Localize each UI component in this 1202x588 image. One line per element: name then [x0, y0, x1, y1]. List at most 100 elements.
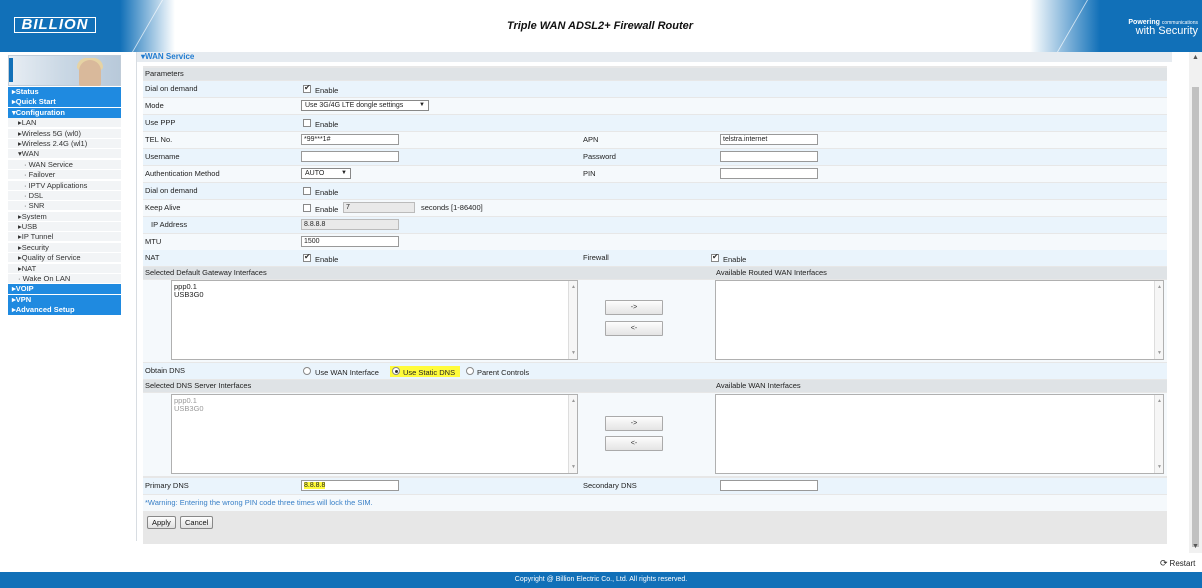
auth-method-select[interactable]: AUTO ▼	[301, 168, 351, 179]
sidebar-photo	[8, 55, 121, 86]
scrollbar[interactable]: ▲ ▼	[1154, 395, 1163, 473]
wan-service-form: Parameters Dial on demand Enable Mode Us…	[143, 66, 1167, 544]
primary-dns-value: 8.8.8.8	[304, 482, 326, 489]
keep-alive-unit: seconds [1-86400]	[421, 203, 483, 212]
main-panel: ▾WAN Service Parameters Dial on demand E…	[136, 52, 1172, 544]
scrollbar[interactable]: ▲ ▼	[568, 281, 577, 359]
parent-controls-radio[interactable]	[466, 367, 474, 375]
keep-alive-checkbox[interactable]	[303, 204, 311, 212]
use-wan-interface-label: Use WAN Interface	[315, 368, 379, 377]
billion-logo[interactable]: BILLION	[14, 17, 96, 33]
scroll-down-icon[interactable]: ▼	[1157, 463, 1162, 471]
scrollbar[interactable]: ▲ ▼	[568, 395, 577, 473]
firewall-enable-label: Enable	[723, 255, 747, 264]
sidebar-item[interactable]: ▸Quick Start	[8, 97, 121, 108]
available-wan-list[interactable]: ▲ ▼	[715, 394, 1164, 474]
use-wan-interface-radio[interactable]	[303, 367, 311, 375]
scroll-up-icon[interactable]: ▲	[571, 283, 576, 291]
firewall-label: Firewall	[583, 253, 609, 262]
sidebar-item[interactable]: ▸Status	[8, 87, 121, 97]
scroll-up-icon[interactable]: ▲	[1157, 283, 1162, 291]
dns-move-right-button[interactable]: ->	[605, 416, 663, 431]
restart-icon: ⟳	[1160, 558, 1168, 568]
sidebar-item[interactable]: · DSL	[8, 190, 121, 201]
primary-dns-input[interactable]: 8.8.8.8	[301, 480, 399, 491]
dial-on-demand-2-enable-label: Enable	[315, 188, 339, 197]
row-dial-on-demand: Dial on demand Enable	[143, 81, 1167, 97]
use-ppp-checkbox[interactable]	[303, 119, 311, 127]
sidebar-item[interactable]: · Wake On LAN	[8, 274, 121, 285]
selected-gateway-list[interactable]: ppp0.1 USB3G0 ▲ ▼	[171, 280, 578, 360]
scrollbar-thumb[interactable]	[1192, 87, 1199, 547]
selected-dns-list[interactable]: ppp0.1 USB3G0 ▲ ▼	[171, 394, 578, 474]
dns-move-left-button[interactable]: <-	[605, 436, 663, 451]
row-nat-firewall: NAT Enable Firewall Enable	[143, 250, 1167, 266]
sidebar-item[interactable]: ▸LAN	[8, 118, 121, 129]
powering-security-logo: Powering communications with Security	[1118, 19, 1198, 37]
nat-checkbox[interactable]	[303, 252, 311, 262]
password-input[interactable]	[720, 151, 818, 162]
section-title-wan-service[interactable]: ▾WAN Service	[137, 52, 1172, 62]
list-item[interactable]: USB3G0	[174, 405, 575, 413]
sidebar-item[interactable]: ▸USB	[8, 222, 121, 233]
move-left-button[interactable]: <-	[605, 321, 663, 336]
scrollbar[interactable]: ▲ ▼	[1154, 281, 1163, 359]
sidebar-item[interactable]: ▸Quality of Service	[8, 253, 121, 264]
scroll-down-icon[interactable]: ▼	[571, 463, 576, 471]
pin-input[interactable]	[720, 168, 818, 179]
move-right-button[interactable]: ->	[605, 300, 663, 315]
sidebar-item[interactable]: ▸VOIP	[8, 284, 121, 295]
scroll-up-icon[interactable]: ▲	[1192, 54, 1199, 61]
list-item[interactable]: ppp0.1	[174, 283, 575, 291]
restart-label: Restart	[1169, 559, 1196, 568]
secondary-dns-input[interactable]	[720, 480, 818, 491]
sidebar-item[interactable]: ▸Wireless 5G (wl0)	[8, 128, 121, 139]
sidebar-item[interactable]: ▸Advanced Setup	[8, 305, 121, 316]
sidebar-item[interactable]: ▾WAN	[8, 149, 121, 160]
parent-controls-label: Parent Controls	[477, 368, 530, 377]
sidebar-item[interactable]: ▸Wireless 2.4G (wl1)	[8, 138, 121, 149]
username-input[interactable]	[301, 151, 399, 162]
sidebar-item[interactable]: ▾Configuration	[8, 107, 121, 118]
dial-on-demand-checkbox[interactable]	[303, 83, 311, 93]
tel-input[interactable]: *99***1#	[301, 134, 399, 145]
header-swoosh-left	[92, 0, 164, 52]
scroll-up-icon[interactable]: ▲	[571, 397, 576, 405]
dial-on-demand-enable-label: Enable	[315, 86, 339, 95]
keep-alive-input[interactable]: 7	[343, 202, 415, 213]
mtu-input[interactable]: 1500	[301, 236, 399, 247]
ip-address-input[interactable]: 8.8.8.8	[301, 219, 399, 230]
restart-button[interactable]: ⟳ Restart	[1160, 558, 1195, 569]
row-username-password: Username Password	[143, 149, 1167, 165]
apply-button[interactable]: Apply	[147, 516, 176, 529]
sidebar-item[interactable]: ▸Security	[8, 242, 121, 253]
scroll-down-icon[interactable]: ▼	[1192, 543, 1199, 550]
sidebar-item[interactable]: · Failover	[8, 170, 121, 181]
sidebar-item[interactable]: ▸NAT	[8, 263, 121, 274]
mode-select[interactable]: Use 3G/4G LTE dongle settings ▼	[301, 100, 429, 111]
page-title: Triple WAN ADSL2+ Firewall Router	[506, 20, 694, 32]
parameters-header: Parameters	[143, 68, 1167, 80]
use-static-dns-radio[interactable]	[392, 367, 400, 375]
sidebar-item[interactable]: ▸IP Tunnel	[8, 232, 121, 243]
sidebar-item[interactable]: · WAN Service	[8, 159, 121, 170]
sidebar-item[interactable]: ▸System	[8, 211, 121, 222]
sidebar-item[interactable]: ▸VPN	[8, 294, 121, 305]
cancel-button[interactable]: Cancel	[180, 516, 214, 529]
page-scrollbar[interactable]: ▲ ▼	[1189, 52, 1202, 553]
available-wan-label: Available WAN Interfaces	[716, 381, 801, 390]
available-routed-label: Available Routed WAN Interfaces	[716, 268, 827, 277]
firewall-checkbox[interactable]	[711, 252, 719, 262]
scroll-down-icon[interactable]: ▼	[571, 349, 576, 357]
scroll-up-icon[interactable]: ▲	[1157, 397, 1162, 405]
apn-input[interactable]: telstra.internet	[720, 134, 818, 145]
list-item[interactable]: USB3G0	[174, 291, 575, 299]
list-item[interactable]: ppp0.1	[174, 397, 575, 405]
scroll-down-icon[interactable]: ▼	[1157, 349, 1162, 357]
sidebar-item[interactable]: · SNR	[8, 201, 121, 212]
sidebar-item[interactable]: · IPTV Applications	[8, 180, 121, 191]
available-routed-list[interactable]: ▲ ▼	[715, 280, 1164, 360]
row-warning: *Warning: Entering the wrong PIN code th…	[143, 495, 1167, 511]
row-auth-pin: Authentication Method AUTO ▼ PIN	[143, 166, 1167, 182]
dial-on-demand-2-checkbox[interactable]	[303, 187, 311, 195]
